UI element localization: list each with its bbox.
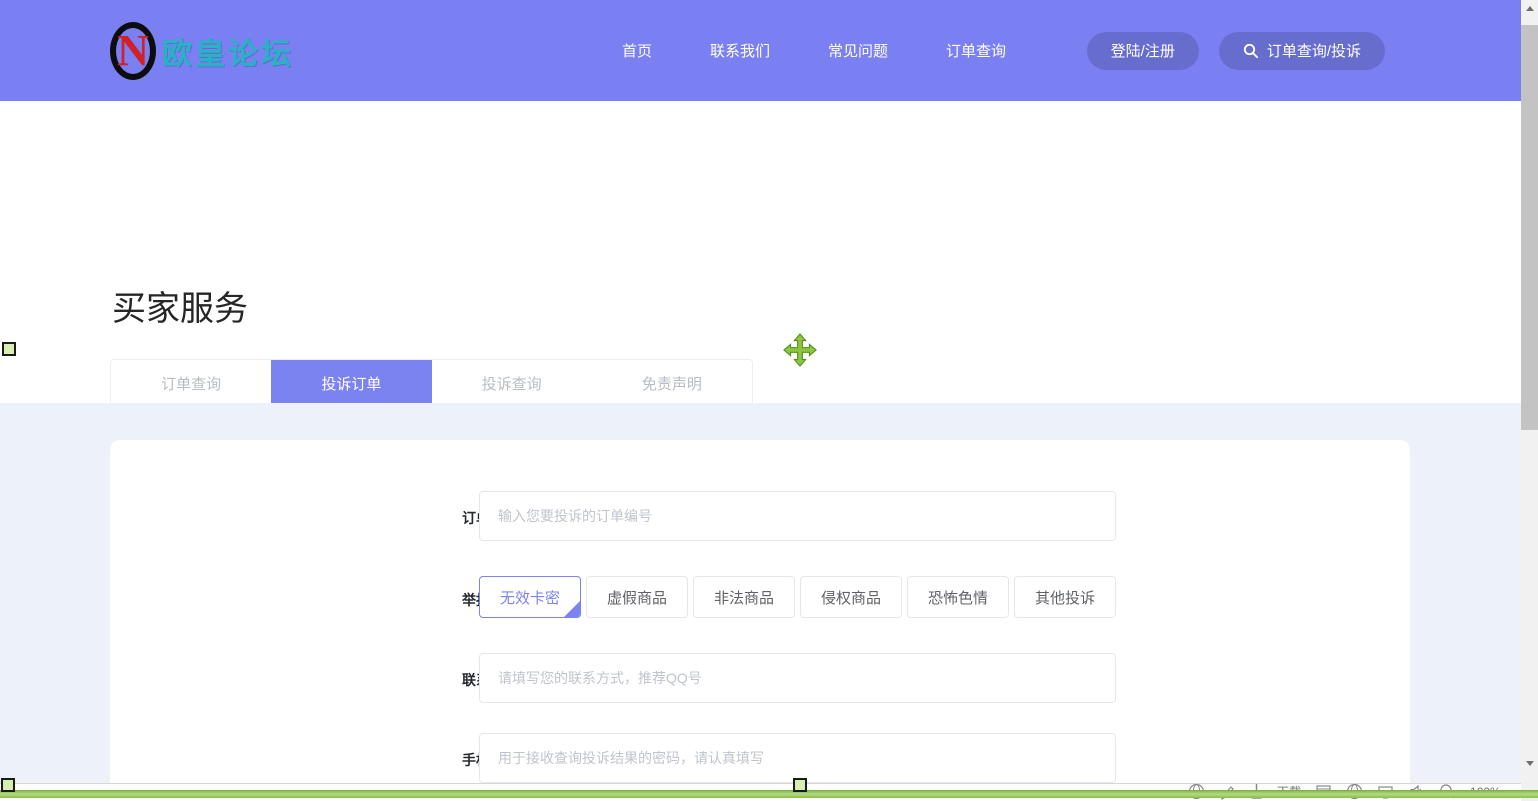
contact-input[interactable]	[479, 653, 1116, 703]
complaint-form-card: 订单编号 举报原因 无效卡密 虚假商品 非法商品 侵权商品 恐怖色情 其他投诉 …	[110, 440, 1410, 801]
tab-order-query[interactable]: 订单查询	[111, 360, 271, 406]
reason-option-invalid-card[interactable]: 无效卡密	[479, 576, 581, 618]
selection-handle-left[interactable]	[2, 342, 16, 356]
order-number-input[interactable]	[479, 491, 1116, 541]
scroll-up-button[interactable]	[1521, 0, 1538, 17]
site-logo[interactable]: N 欧皇论坛	[110, 22, 294, 80]
order-query-complaint-button[interactable]: 订单查询/投诉	[1219, 32, 1385, 70]
header-buttons: 登陆/注册 订单查询/投诉	[1087, 0, 1385, 101]
scroll-down-button[interactable]	[1521, 755, 1538, 772]
service-tabs: 订单查询 投诉订单 投诉查询 免责声明	[110, 359, 753, 407]
reason-option-infringing-goods[interactable]: 侵权商品	[800, 576, 902, 618]
logo-monogram-letter: N	[117, 29, 149, 73]
login-register-button[interactable]: 登陆/注册	[1087, 32, 1199, 70]
hero-section: 买家服务 订单查询 投诉订单 投诉查询 免责声明	[0, 101, 1521, 403]
tab-complaint-query[interactable]: 投诉查询	[432, 360, 592, 406]
logo-monogram-icon: N	[110, 22, 156, 80]
order-query-complaint-label: 订单查询/投诉	[1267, 40, 1361, 61]
reason-option-other[interactable]: 其他投诉	[1014, 576, 1116, 618]
page-title: 买家服务	[112, 281, 248, 330]
reason-option-fake-goods[interactable]: 虚假商品	[586, 576, 688, 618]
logo-text: 欧皇论坛	[162, 29, 294, 73]
selection-handle-bottom-left[interactable]	[1, 778, 15, 792]
move-cursor-icon[interactable]	[783, 333, 817, 367]
selection-bottom-edge	[0, 790, 1538, 798]
reason-option-terror-porn[interactable]: 恐怖色情	[907, 576, 1009, 618]
main-nav: 首页 联系我们 常见问题 订单查询	[622, 0, 1006, 101]
phone-input[interactable]	[479, 733, 1116, 783]
scrollbar-thumb[interactable]	[1521, 25, 1538, 430]
reason-option-illegal-goods[interactable]: 非法商品	[693, 576, 795, 618]
nav-item-faq[interactable]: 常见问题	[828, 40, 888, 61]
tab-disclaimer[interactable]: 免责声明	[592, 360, 752, 406]
report-reason-options: 无效卡密 虚假商品 非法商品 侵权商品 恐怖色情 其他投诉	[479, 576, 1116, 618]
nav-item-contact[interactable]: 联系我们	[710, 40, 770, 61]
search-icon	[1243, 43, 1259, 59]
content-section: 订单编号 举报原因 无效卡密 虚假商品 非法商品 侵权商品 恐怖色情 其他投诉 …	[0, 403, 1521, 784]
tab-complaint-order[interactable]: 投诉订单	[271, 360, 431, 406]
vertical-scrollbar[interactable]	[1521, 0, 1538, 801]
selection-handle-bottom-center[interactable]	[793, 778, 807, 792]
header-bar: N 欧皇论坛 首页 联系我们 常见问题 订单查询 登陆/注册 订单查询/投诉	[0, 0, 1521, 101]
nav-item-order-query[interactable]: 订单查询	[946, 40, 1006, 61]
nav-item-home[interactable]: 首页	[622, 40, 652, 61]
